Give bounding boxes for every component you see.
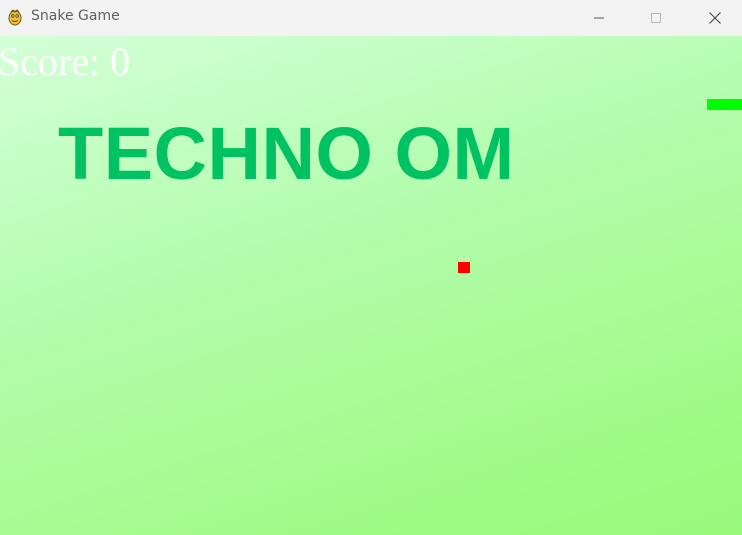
minimize-button[interactable]	[576, 0, 622, 36]
game-window: Snake Game Score: 0 TECHNO OM	[0, 0, 742, 535]
close-icon	[709, 12, 721, 24]
window-title: Snake Game	[31, 8, 120, 24]
minimize-icon	[594, 17, 604, 19]
food-pellet	[458, 262, 470, 273]
snake-body	[707, 99, 742, 110]
pygame-snake-icon	[8, 9, 22, 26]
close-button[interactable]	[692, 0, 738, 36]
brand-watermark: TECHNO OM	[58, 112, 515, 195]
game-canvas[interactable]: Score: 0 TECHNO OM	[0, 36, 742, 535]
title-bar[interactable]: Snake Game	[0, 0, 742, 36]
score-display: Score: 0	[0, 39, 131, 84]
maximize-icon	[651, 13, 661, 23]
maximize-button[interactable]	[633, 0, 679, 36]
